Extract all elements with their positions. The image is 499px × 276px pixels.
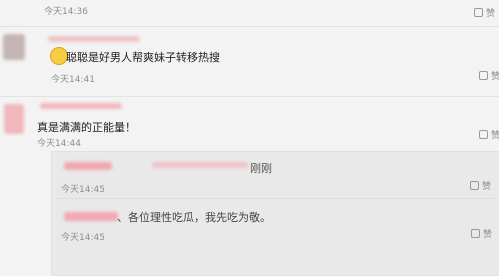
comment-feed: { "comments": [ { "time": "今天14:36", "li… xyxy=(0,0,499,276)
like-button[interactable]: 赞 xyxy=(479,69,499,82)
reply-timestamp: 今天14:45 xyxy=(61,185,105,195)
comment-text: 真是满满的正能量！ xyxy=(37,121,136,134)
thumbs-up-icon xyxy=(479,71,488,80)
thumbs-up-icon xyxy=(471,229,480,238)
like-button[interactable]: 赞 xyxy=(470,179,491,192)
thumbs-up-icon xyxy=(470,181,479,190)
thumbs-up-icon xyxy=(474,8,483,17)
like-button[interactable]: 赞 xyxy=(471,227,492,240)
divider xyxy=(56,198,494,199)
comment-text: 聪聪是好男人帮爽妹子转移热搜 xyxy=(66,51,220,64)
username[interactable] xyxy=(48,36,140,42)
reply-mention[interactable] xyxy=(152,162,248,168)
divider xyxy=(0,96,499,97)
comment-timestamp: 今天14:44 xyxy=(37,139,81,149)
divider xyxy=(0,26,499,27)
reply-username[interactable] xyxy=(64,212,118,221)
reply-text: 刚刚 xyxy=(250,162,272,175)
avatar[interactable] xyxy=(3,34,25,60)
thumbs-up-icon xyxy=(479,130,488,139)
reply-text: 、各位理性吃瓜，我先吃为敬。 xyxy=(117,211,271,224)
like-button[interactable]: 赞 xyxy=(474,6,495,19)
avatar[interactable] xyxy=(4,104,24,134)
like-button[interactable]: 赞 xyxy=(479,128,499,141)
reply-timestamp: 今天14:45 xyxy=(61,233,105,243)
comment-timestamp: 今天14:36 xyxy=(44,7,88,17)
username[interactable] xyxy=(40,103,122,109)
comment-timestamp: 今天14:41 xyxy=(51,75,95,85)
reply-username[interactable] xyxy=(64,162,112,170)
